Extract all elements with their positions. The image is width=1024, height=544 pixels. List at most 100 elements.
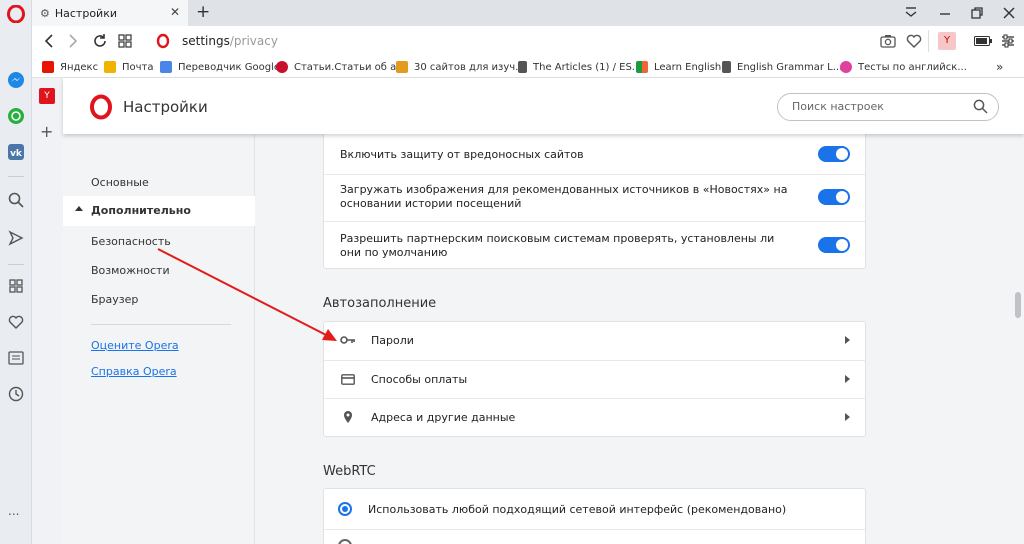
toolbar-divider bbox=[928, 30, 929, 52]
bookmarks-more-button[interactable]: » bbox=[996, 56, 1003, 78]
speed-dial-icon[interactable] bbox=[6, 276, 26, 296]
tab-settings[interactable]: ⚙ Настройки ✕ bbox=[32, 0, 188, 26]
tab-bar: ⚙ Настройки ✕ + bbox=[32, 0, 1024, 26]
malware-protection-toggle[interactable] bbox=[818, 146, 850, 162]
url-field[interactable]: settings/privacy bbox=[182, 34, 278, 48]
camera-icon[interactable] bbox=[880, 34, 896, 51]
opera-page-icon bbox=[156, 33, 170, 52]
autofill-card: Пароли Способы оплаты Адреса и другие да… bbox=[323, 321, 866, 437]
opera-menu-icon[interactable] bbox=[6, 4, 26, 24]
scrollbar-thumb[interactable] bbox=[1015, 292, 1021, 318]
toggle-label: Загружать изображения для рекомендованны… bbox=[340, 183, 788, 210]
add-extension-icon[interactable]: + bbox=[40, 122, 53, 141]
row-divider bbox=[324, 174, 865, 175]
nav-advanced-label: Дополнительно bbox=[91, 204, 191, 217]
tabs-grid-icon[interactable] bbox=[118, 34, 132, 51]
location-pin-icon bbox=[343, 410, 353, 427]
passwords-row[interactable]: Пароли bbox=[324, 322, 866, 360]
close-window-icon[interactable] bbox=[1002, 6, 1016, 23]
privacy-card: Включить защиту от вредоносных сайтов За… bbox=[323, 134, 866, 269]
settings-header: Настройки Поиск настроек bbox=[63, 78, 1024, 134]
credit-card-icon bbox=[341, 374, 355, 388]
history-icon[interactable] bbox=[6, 384, 26, 404]
bookmarks-bar: Яндекс Почта Переводчик Google Статьи.Ст… bbox=[32, 56, 1024, 78]
webrtc-option-label: Использовать любой подходящий сетевой ин… bbox=[368, 503, 787, 516]
news-images-toggle[interactable] bbox=[818, 189, 850, 205]
row-divider bbox=[324, 221, 865, 222]
bookmark-item[interactable]: English Grammar L... bbox=[722, 56, 842, 78]
nav-divider bbox=[91, 324, 231, 325]
webrtc-radio-selected[interactable] bbox=[338, 502, 352, 516]
sidebar-divider bbox=[8, 176, 24, 177]
translate-icon bbox=[160, 61, 172, 73]
bookmark-item[interactable]: Тесты по английск... bbox=[840, 56, 967, 78]
rate-opera-link[interactable]: Оцените Opera bbox=[91, 339, 179, 352]
addresses-row[interactable]: Адреса и другие данные bbox=[324, 398, 866, 436]
nav-features[interactable]: Возможности bbox=[91, 264, 170, 277]
send-icon[interactable] bbox=[6, 228, 26, 248]
extension-icon[interactable]: Y bbox=[938, 32, 956, 50]
toggle-label: Включить защиту от вредоносных сайтов bbox=[340, 148, 584, 161]
tab-title: Настройки bbox=[54, 6, 117, 20]
opera-sidebar: vk ... bbox=[0, 0, 32, 544]
site-icon bbox=[396, 61, 408, 73]
key-icon bbox=[340, 335, 356, 348]
forward-icon[interactable] bbox=[66, 33, 80, 52]
nav-advanced[interactable]: Дополнительно bbox=[63, 196, 255, 226]
nav-security[interactable]: Безопасность bbox=[91, 235, 171, 248]
heart-bookmark-icon bbox=[840, 61, 852, 73]
vk-icon[interactable]: vk bbox=[6, 142, 26, 162]
nav-basic[interactable]: Основные bbox=[91, 176, 149, 189]
minimize-icon[interactable] bbox=[938, 6, 952, 23]
battery-icon[interactable] bbox=[974, 36, 992, 49]
gear-icon: ⚙ bbox=[40, 6, 50, 20]
payment-methods-row[interactable]: Способы оплаты bbox=[324, 360, 866, 398]
bookmark-item[interactable]: The Articles (1) / ES... bbox=[518, 56, 641, 78]
messenger-icon[interactable] bbox=[6, 70, 26, 90]
close-tab-icon[interactable]: ✕ bbox=[170, 5, 180, 19]
search-placeholder: Поиск настроек bbox=[792, 100, 884, 113]
mail-icon bbox=[104, 61, 116, 73]
addresses-label: Адреса и другие данные bbox=[371, 411, 516, 424]
page-title: Настройки bbox=[123, 98, 208, 116]
bookmark-item[interactable]: Почта bbox=[104, 56, 154, 78]
news-icon[interactable] bbox=[6, 348, 26, 368]
learn-english-icon bbox=[636, 61, 648, 73]
back-icon[interactable] bbox=[42, 33, 56, 52]
new-tab-button[interactable]: + bbox=[196, 2, 210, 22]
bookmark-item[interactable]: 30 сайтов для изуч... bbox=[396, 56, 525, 78]
document-icon bbox=[518, 61, 527, 73]
reload-icon[interactable] bbox=[92, 33, 108, 52]
address-bar: settings/privacy Y bbox=[32, 26, 1024, 56]
uk-flag-icon bbox=[276, 61, 288, 73]
search-icon[interactable] bbox=[973, 99, 988, 117]
tab-menu-icon[interactable] bbox=[904, 6, 918, 23]
bookmark-item[interactable]: Learn English bbox=[636, 56, 721, 78]
bookmark-heart-icon[interactable] bbox=[906, 34, 922, 51]
payment-methods-label: Способы оплаты bbox=[371, 373, 468, 386]
bookmark-item[interactable]: Яндекс bbox=[42, 56, 98, 78]
easy-setup-icon[interactable] bbox=[1000, 33, 1016, 52]
chevron-right-icon bbox=[845, 413, 850, 421]
bookmark-item[interactable]: Переводчик Google bbox=[160, 56, 280, 78]
svg-text:vk: vk bbox=[10, 149, 23, 159]
heart-icon[interactable] bbox=[6, 312, 26, 332]
whatsapp-icon[interactable] bbox=[6, 106, 26, 126]
bookmark-item[interactable]: Статьи.Статьи об а... bbox=[276, 56, 406, 78]
search-icon[interactable] bbox=[6, 190, 26, 210]
partner-search-toggle[interactable] bbox=[818, 237, 850, 253]
webrtc-card: Использовать любой подходящий сетевой ин… bbox=[323, 488, 866, 544]
document-icon bbox=[722, 61, 731, 73]
opera-help-link[interactable]: Справка Opera bbox=[91, 365, 177, 378]
sidebar-more-icon[interactable]: ... bbox=[8, 504, 19, 518]
nav-browser[interactable]: Браузер bbox=[91, 293, 138, 306]
webrtc-radio[interactable] bbox=[338, 539, 352, 544]
chevron-right-icon bbox=[845, 336, 850, 344]
chevron-right-icon bbox=[845, 375, 850, 383]
extension-badge-icon[interactable]: Y bbox=[39, 88, 55, 104]
toggle-label: Разрешить партнерским поисковым системам… bbox=[340, 232, 775, 259]
opera-logo-icon bbox=[89, 94, 113, 123]
restore-icon[interactable] bbox=[970, 6, 984, 23]
search-input[interactable]: Поиск настроек bbox=[777, 93, 999, 121]
scrollbar-track[interactable] bbox=[1012, 134, 1024, 544]
